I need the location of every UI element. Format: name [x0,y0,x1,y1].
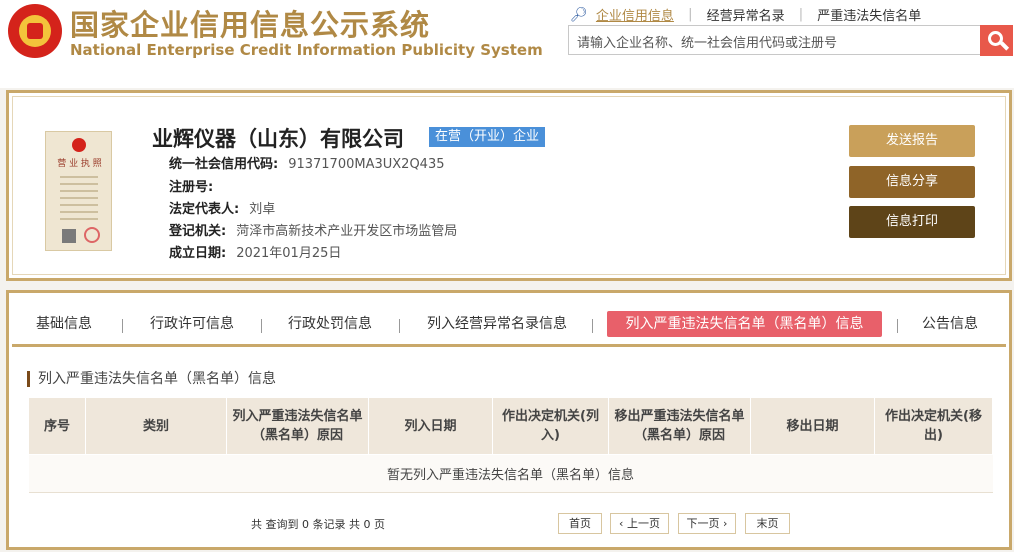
share-info-button[interactable]: 信息分享 [849,166,975,198]
info-value: 91371700MA3UX2Q435 [288,157,445,172]
col-header: 列入严重违法失信名单（黑名单）原因 [226,397,369,455]
send-report-button[interactable]: 发送报告 [849,125,975,157]
table-header-row: 序号 类别 列入严重违法失信名单（黑名单）原因 列入日期 作出决定机关(列入) … [28,397,993,455]
col-header: 列入日期 [368,397,493,455]
detail-panel: 基础信息 行政许可信息 行政处罚信息 列入经营异常名录信息 列入严重违法失信名单… [6,290,1012,550]
info-label: 法定代表人: [169,202,240,217]
company-name: 业辉仪器（山东）有限公司 [152,127,404,151]
business-license-image[interactable]: 营 业 执 照 [45,131,112,251]
emblem-icon [72,138,86,152]
col-header: 类别 [85,397,227,455]
site-header: 国家企业信用信息公示系统 National Enterprise Credit … [0,0,1014,88]
col-header: 序号 [28,397,86,455]
tab-bar: 基础信息 行政许可信息 行政处罚信息 列入经营异常名录信息 列入严重违法失信名单… [12,297,1006,347]
search-input[interactable]: 请输入企业名称、统一社会信用代码或注册号 [568,25,981,55]
site-subtitle: National Enterprise Credit Information P… [70,41,543,59]
print-info-button[interactable]: 信息打印 [849,206,975,238]
link-enterprise-credit[interactable]: 企业信用信息 [596,5,674,24]
top-nav-links: 🔎︎ 企业信用信息 | 经营异常名录 | 严重违法失信名单 [570,5,921,25]
link-abnormal-list[interactable]: 经营异常名录 [707,5,785,24]
license-title: 营 业 执 照 [57,159,102,169]
info-reg-number: 注册号: [169,176,223,195]
tab-announcements[interactable]: 公告信息 [910,311,990,337]
empty-message: 暂无列入严重违法失信名单（黑名单）信息 [28,454,993,493]
pager-summary: 共 查询到 0 条记录 共 0 页 [251,518,385,531]
col-header: 移出严重违法失信名单（黑名单）原因 [608,397,751,455]
info-legal-rep: 法定代表人: 刘卓 [169,198,275,217]
next-page-button[interactable]: 下一页 › [678,513,736,534]
company-summary-card: 营 业 执 照 业辉仪器（山东）有限公司 在营（开业）企业 统一社会信用代码: 9… [6,90,1012,281]
col-header: 作出决定机关(移出) [874,397,993,455]
info-value: 2021年01月25日 [236,246,342,261]
section-title: 列入严重违法失信名单（黑名单）信息 [27,371,276,387]
tab-blacklist[interactable]: 列入严重违法失信名单（黑名单）信息 [607,311,882,337]
col-header: 作出决定机关(列入) [492,397,609,455]
tab-admin-penalty[interactable]: 行政处罚信息 [278,311,382,337]
tab-basic-info[interactable]: 基础信息 [24,311,104,337]
status-badge: 在营（开业）企业 [429,127,546,147]
info-label: 注册号: [169,180,214,195]
last-page-button[interactable]: 末页 [745,513,790,534]
info-value: 菏泽市高新技术产业开发区市场监管局 [236,224,458,239]
search-button[interactable] [980,25,1013,56]
prev-page-button[interactable]: ‹ 上一页 [610,513,669,534]
first-page-button[interactable]: 首页 [558,513,602,534]
col-header: 移出日期 [750,397,875,455]
blacklist-table: 序号 类别 列入严重违法失信名单（黑名单）原因 列入日期 作出决定机关(列入) … [28,397,993,493]
site-title: 国家企业信用信息公示系统 [70,8,431,42]
national-emblem-icon [8,4,62,58]
info-label: 统一社会信用代码: [169,157,279,172]
link-divider: | [798,7,804,22]
qr-code-icon [62,229,76,243]
link-blacklist[interactable]: 严重违法失信名单 [817,5,921,24]
search-icon: 🔎︎ [570,6,588,23]
table-row: 暂无列入严重违法失信名单（黑名单）信息 [28,454,993,493]
info-value: 刘卓 [249,202,276,217]
info-label: 成立日期: [169,246,227,261]
info-credit-code: 统一社会信用代码: 91371700MA3UX2Q435 [169,153,445,172]
link-divider: | [688,7,693,22]
tab-abnormal-list[interactable]: 列入经营异常名录信息 [417,311,577,337]
info-established-date: 成立日期: 2021年01月25日 [169,242,341,261]
tab-admin-license[interactable]: 行政许可信息 [140,311,244,337]
info-label: 登记机关: [169,224,227,239]
seal-icon [84,227,100,243]
info-registration-authority: 登记机关: 菏泽市高新技术产业开发区市场监管局 [169,220,457,239]
